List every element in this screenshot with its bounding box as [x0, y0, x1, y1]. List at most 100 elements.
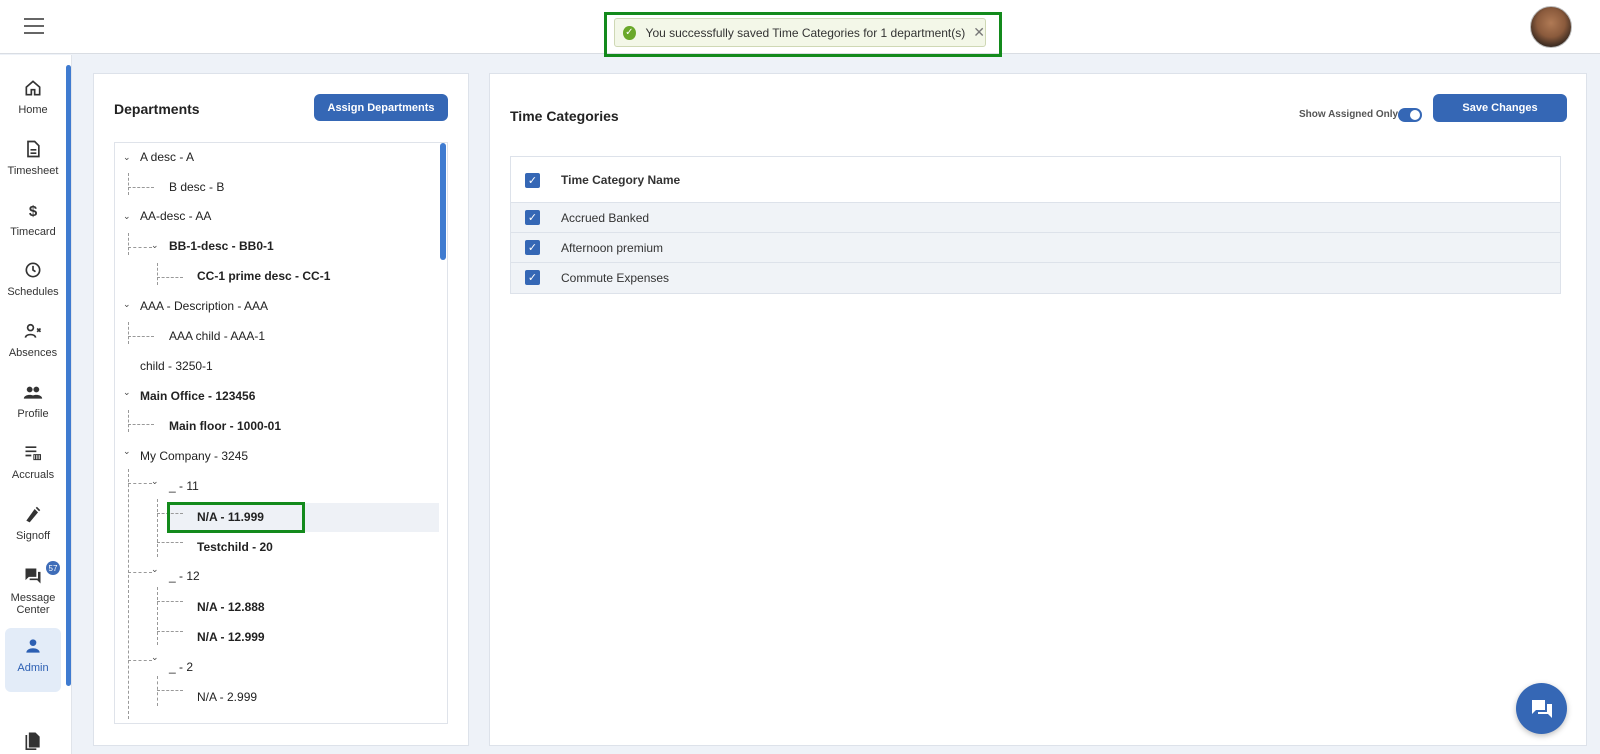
- toast-message: You successfully saved Time Categories f…: [645, 25, 966, 40]
- tree-node[interactable]: N/A - 12.999: [197, 630, 265, 644]
- tree-node[interactable]: Testchild - 20: [197, 540, 273, 554]
- time-category-name: Accrued Banked: [561, 211, 650, 225]
- time-categories-table: ✓ Time Category Name ✓ Accrued Banked ✓ …: [510, 156, 1561, 294]
- nav-admin-label: Admin: [17, 662, 49, 674]
- tree-node[interactable]: CC-1 prime desc - CC-1: [197, 269, 330, 283]
- person-off-icon: [24, 323, 42, 338]
- tree-node[interactable]: Main floor - 1000-01: [169, 419, 281, 433]
- nav-signoff-label: Signoff: [15, 530, 51, 542]
- table-row: ✓ Commute Expenses: [511, 263, 1560, 293]
- message-count-badge: 57: [46, 561, 60, 575]
- tree-node[interactable]: BB-1-desc - BB0-1: [169, 239, 274, 253]
- nav-absences[interactable]: Absences: [5, 321, 61, 359]
- departments-title: Departments: [114, 101, 200, 117]
- sidebar-scrollbar[interactable]: [66, 65, 71, 686]
- tree-connector: [157, 277, 183, 278]
- chevron-down-icon[interactable]: ⌄: [123, 299, 131, 310]
- assign-departments-button[interactable]: Assign Departments: [314, 94, 448, 121]
- tree-node[interactable]: N/A - 12.888: [197, 600, 265, 614]
- nav-accruals-label: Accruals: [11, 469, 55, 481]
- tree-connector: [157, 587, 158, 645]
- chevron-down-icon[interactable]: ⌄: [151, 240, 159, 251]
- check-circle-icon: ✓: [623, 25, 636, 40]
- nav-documents[interactable]: [5, 730, 61, 754]
- home-icon: [25, 80, 41, 96]
- tree-node[interactable]: My Company - 3245: [140, 449, 248, 463]
- tree-connector: [157, 263, 158, 285]
- nav-timecard[interactable]: $ Timecard: [5, 200, 61, 238]
- people-icon: [23, 386, 43, 399]
- tree-node[interactable]: _ - 12: [169, 569, 200, 583]
- chevron-down-icon[interactable]: ⌄: [151, 476, 159, 487]
- tree-scrollbar[interactable]: [440, 143, 446, 260]
- chat-button[interactable]: [1516, 683, 1567, 734]
- tree-connector: [128, 424, 154, 425]
- row-checkbox[interactable]: ✓: [525, 270, 540, 285]
- nav-signoff[interactable]: Signoff: [5, 504, 61, 542]
- chevron-down-icon[interactable]: ⌄: [123, 211, 131, 222]
- dollar-icon: $: [29, 203, 38, 220]
- tree-node[interactable]: Main Office - 123456: [140, 389, 255, 403]
- tree-node[interactable]: _ - 2: [169, 660, 193, 674]
- tree-connector: [128, 322, 129, 344]
- save-changes-button[interactable]: Save Changes: [1433, 94, 1567, 122]
- user-avatar[interactable]: [1530, 6, 1572, 48]
- chevron-down-icon[interactable]: ⌄: [123, 387, 131, 398]
- tree-connector: [128, 187, 154, 188]
- table-row: ✓ Afternoon premium: [511, 233, 1560, 263]
- selected-node-highlight-outline: [167, 502, 305, 533]
- nav-timesheet[interactable]: Timesheet: [5, 139, 61, 177]
- nav-timesheet-label: Timesheet: [7, 165, 59, 177]
- tree-connector: [128, 469, 129, 719]
- nav-absences-label: Absences: [8, 347, 58, 359]
- table-header: ✓ Time Category Name: [511, 157, 1560, 203]
- menu-icon[interactable]: [24, 18, 44, 34]
- time-category-name: Afternoon premium: [561, 241, 664, 255]
- tree-connector: [157, 601, 183, 602]
- tree-connector: [128, 233, 129, 255]
- tree-connector: [157, 631, 183, 632]
- tree-node[interactable]: child - 3250-1: [140, 359, 213, 373]
- row-checkbox[interactable]: ✓: [525, 210, 540, 225]
- tree-connector: [157, 542, 183, 543]
- tree-node[interactable]: A desc - A: [140, 150, 194, 164]
- tree-connector: [128, 660, 152, 661]
- nav-admin[interactable]: Admin: [5, 628, 61, 692]
- nav-home[interactable]: Home: [5, 78, 61, 116]
- forum-icon: [25, 568, 41, 584]
- row-checkbox[interactable]: ✓: [525, 240, 540, 255]
- close-icon[interactable]: ✕: [973, 24, 985, 41]
- tree-connector: [157, 676, 158, 706]
- show-assigned-only-label: Show Assigned Only: [1299, 109, 1399, 120]
- tree-node[interactable]: AA-desc - AA: [140, 209, 211, 223]
- tree-node[interactable]: _ - 11: [169, 479, 199, 493]
- nav-schedules-label: Schedules: [7, 286, 59, 298]
- success-toast: ✓ You successfully saved Time Categories…: [614, 18, 986, 47]
- nav-profile-label: Profile: [17, 408, 49, 420]
- tree-node[interactable]: AAA - Description - AAA: [140, 299, 268, 313]
- tree-connector: [128, 483, 152, 484]
- tree-node[interactable]: N/A - 2.999: [197, 690, 257, 704]
- person-icon: [26, 639, 40, 653]
- tree-connector: [128, 173, 129, 195]
- table-row: ✓ Accrued Banked: [511, 203, 1560, 233]
- documents-icon: [25, 732, 40, 750]
- clock-icon: [25, 262, 41, 278]
- tree-node[interactable]: B desc - B: [169, 180, 224, 194]
- tree-node[interactable]: AAA child - AAA-1: [169, 329, 265, 343]
- show-assigned-only-toggle[interactable]: [1398, 108, 1422, 122]
- nav-home-label: Home: [18, 104, 48, 116]
- chevron-down-icon[interactable]: ⌄: [123, 446, 131, 457]
- chevron-down-icon[interactable]: ⌄: [151, 652, 159, 663]
- nav-timecard-label: Timecard: [10, 226, 56, 238]
- nav-schedules[interactable]: Schedules: [5, 260, 61, 298]
- nav-accruals[interactable]: Accruals: [5, 443, 61, 481]
- tree-connector: [157, 690, 183, 691]
- signature-icon: [26, 506, 41, 523]
- nav-profile[interactable]: Profile: [5, 382, 61, 420]
- tree-connector: [128, 336, 154, 337]
- select-all-checkbox[interactable]: ✓: [525, 173, 540, 188]
- document-icon: [27, 140, 40, 158]
- chevron-down-icon[interactable]: ⌄: [151, 564, 159, 575]
- chevron-down-icon[interactable]: ⌄: [123, 152, 131, 163]
